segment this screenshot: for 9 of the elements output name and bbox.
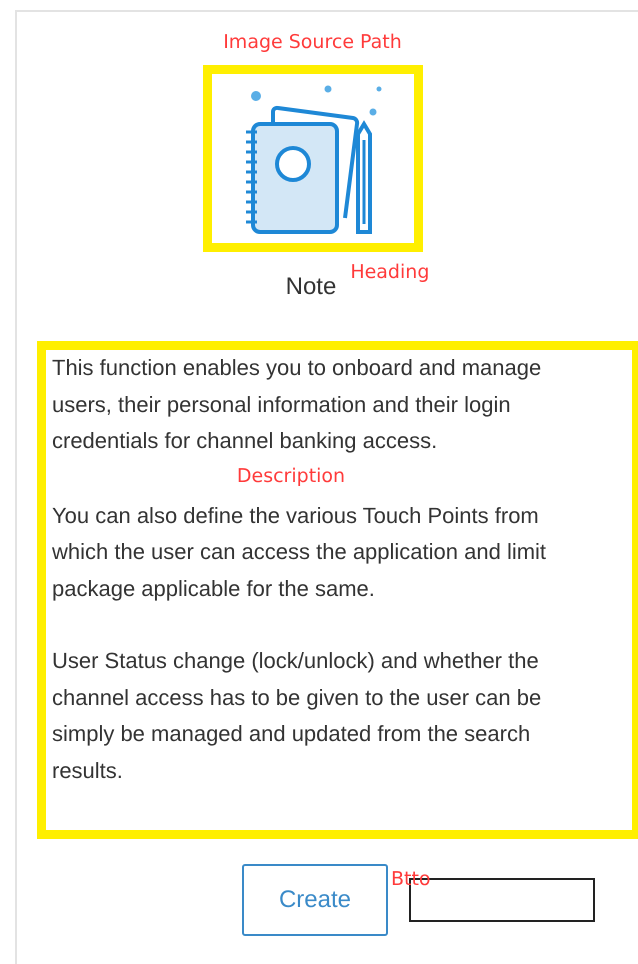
description-text: User Status change (lock/unlock) and whether the channel access has to be given to the user can be simply be managed and updated from the search results. bbox=[52, 647, 542, 784]
heading-text: Note bbox=[286, 273, 336, 301]
annotation-label: Description bbox=[236, 464, 346, 488]
description-text: You can also define the various Touch Points from which the user can access the application and limit package applicable for the same. bbox=[52, 502, 548, 603]
description-text: This function enables you to onboard and manage users, their personal information and their login credentials for channel banking access. bbox=[52, 354, 542, 455]
annotation-label: Heading bbox=[350, 261, 430, 283]
create-button[interactable]: Create bbox=[242, 864, 388, 936]
annotation-label: Btto bbox=[391, 868, 431, 890]
annotation-label: Image Source Path bbox=[223, 31, 402, 53]
